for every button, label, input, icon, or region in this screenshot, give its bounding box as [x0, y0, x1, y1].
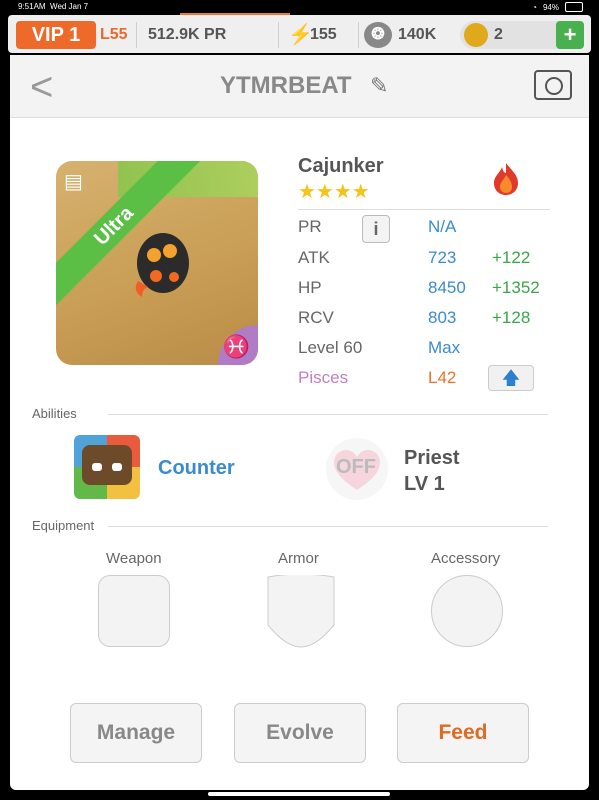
stat-label: HP	[298, 278, 322, 297]
divider	[278, 22, 279, 48]
coin-pill: 2 +	[460, 21, 584, 49]
info-icon[interactable]: i	[362, 215, 390, 243]
energy-value: 155	[310, 26, 337, 43]
armor-slot[interactable]	[266, 575, 336, 649]
stat-row-sign: Pisces L42 🡅	[298, 365, 558, 394]
weapon-slot[interactable]	[98, 575, 170, 647]
weapon-label: Weapon	[106, 550, 162, 567]
divider	[108, 526, 548, 527]
monster-sprite	[135, 233, 189, 297]
accessory-label: Accessory	[431, 550, 501, 567]
class-level: LV 1	[404, 473, 445, 495]
stat-row-pr: PR i N/A	[298, 215, 558, 243]
stat-row-level: Level 60 Max	[298, 338, 558, 364]
stat-value: N/A	[428, 217, 457, 236]
battery-text: 94%	[542, 2, 559, 12]
stat-label: Level 60	[298, 338, 363, 357]
paw-value: 140K	[398, 26, 437, 43]
stat-value: 8450	[428, 278, 466, 297]
armor-label: Armor	[278, 550, 319, 567]
wifi-icon: ◔	[532, 2, 537, 12]
stat-bonus: +122	[492, 248, 531, 267]
divider	[358, 22, 359, 48]
abilities-label: Abilities	[32, 406, 77, 421]
coin-value: 2	[494, 26, 503, 43]
paw-icon: ❂	[364, 22, 392, 48]
stat-label: ATK	[298, 248, 330, 267]
stat-value: Max	[428, 338, 461, 357]
stat-label: RCV	[298, 308, 334, 327]
stat-row-atk: ATK 723 +122	[298, 248, 558, 274]
coin-icon	[464, 23, 488, 47]
fire-element-icon	[494, 163, 518, 195]
status-right: ◔ 94%	[532, 2, 583, 12]
status-bar: 9:51AM Wed Jan 7 ◔ 94%	[0, 0, 599, 13]
player-level: L55	[100, 26, 128, 43]
stats-divider	[298, 209, 550, 210]
stat-label: Pisces	[298, 368, 349, 387]
ability-name[interactable]: Counter	[158, 457, 235, 480]
edit-name-icon[interactable]: ✎	[370, 73, 388, 99]
ability-toggle[interactable]: OFF	[336, 456, 376, 479]
camera-icon[interactable]	[534, 70, 572, 100]
add-coins-button[interactable]: +	[556, 21, 584, 49]
class-name: Priest	[404, 447, 460, 469]
vip-badge[interactable]: VIP 1	[16, 21, 96, 49]
evolve-button[interactable]: Evolve	[234, 703, 366, 763]
status-time: 9:51AM Wed Jan 7	[18, 2, 89, 11]
manage-button[interactable]: Manage	[70, 703, 202, 763]
pisces-icon: ♓	[218, 325, 258, 365]
stat-bonus: +1352	[492, 278, 540, 297]
monster-detail-panel: < YTMRBEAT ✎ Ultra ▤ ♓ Cajunker ★★★★ PR …	[10, 55, 589, 790]
panel-header: < YTMRBEAT ✎	[10, 55, 589, 118]
home-indicator[interactable]	[208, 792, 390, 796]
stat-value: 723	[428, 248, 457, 267]
stat-bonus: +128	[492, 308, 531, 327]
monster-portrait[interactable]: Ultra ▤ ♓	[56, 161, 258, 365]
monster-name: Cajunker	[298, 155, 384, 177]
accessory-slot[interactable]	[431, 575, 503, 647]
stat-row-rcv: RCV 803 +128	[298, 308, 558, 334]
feed-button[interactable]: Feed	[397, 703, 529, 763]
upgrade-sign-button[interactable]: 🡅	[488, 365, 534, 391]
monster-stars: ★★★★	[298, 181, 370, 203]
back-icon[interactable]: <	[30, 65, 53, 110]
stat-label: PR	[298, 217, 322, 236]
equipment-label: Equipment	[32, 518, 95, 533]
battery-icon	[565, 2, 583, 12]
page-title: YTMRBEAT	[220, 72, 352, 99]
evolve-tag-icon: ▤	[64, 171, 83, 193]
divider	[108, 414, 548, 415]
player-pr: 512.9K PR	[148, 26, 227, 43]
stat-row-hp: HP 8450 +1352	[298, 278, 558, 304]
stat-value: 803	[428, 308, 457, 327]
stat-value: L42	[428, 368, 457, 387]
counter-ability-icon[interactable]	[74, 435, 140, 499]
divider	[136, 22, 137, 48]
top-resource-bar: VIP 1 L55 512.9K PR ⚡ 155 ❂ 140K 2 +	[8, 15, 591, 53]
